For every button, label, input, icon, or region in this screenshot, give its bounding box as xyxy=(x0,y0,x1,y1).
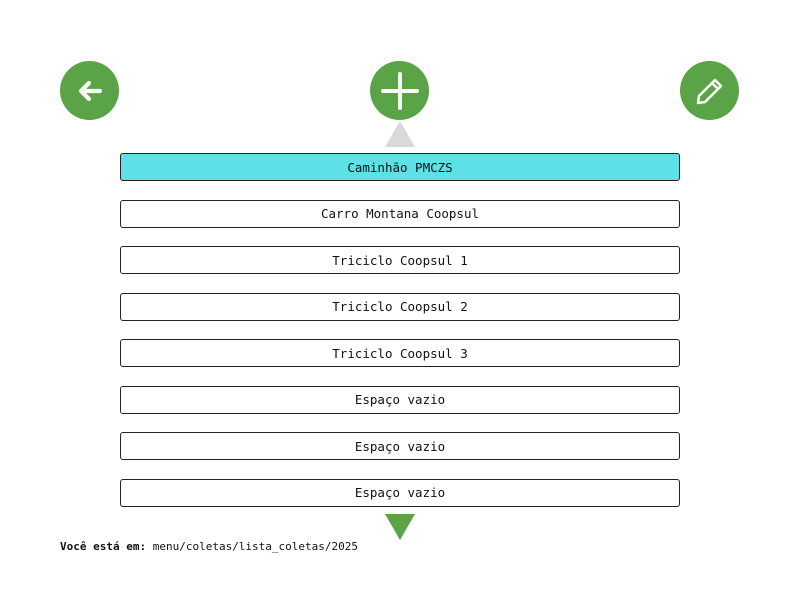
edit-button[interactable] xyxy=(680,61,739,120)
list-item[interactable]: Espaço vazio xyxy=(120,478,680,507)
breadcrumb: Você está em: menu/coletas/lista_coletas… xyxy=(60,540,358,553)
scroll-down-arrow[interactable] xyxy=(385,514,415,540)
list-item[interactable]: Triciclo Coopsul 2 xyxy=(120,292,680,321)
list-item[interactable]: Espaço vazio xyxy=(120,432,680,460)
plus-icon xyxy=(380,71,419,110)
list-item[interactable]: Caminhão PMCZS xyxy=(120,153,680,181)
back-button[interactable] xyxy=(60,61,119,120)
breadcrumb-label: Você está em: xyxy=(60,540,147,553)
page: Caminhão PMCZS Carro Montana Coopsul Trici… xyxy=(0,0,800,600)
add-button[interactable] xyxy=(370,61,429,120)
arrow-left-icon xyxy=(78,80,102,101)
list-item[interactable]: Triciclo Coopsul 1 xyxy=(120,246,680,274)
list-item[interactable]: Carro Montana Coopsul xyxy=(120,199,680,228)
list-item[interactable]: Espaço vazio xyxy=(120,385,680,414)
breadcrumb-path: menu/coletas/lista_coletas/2025 xyxy=(152,540,359,553)
list-item[interactable]: Triciclo Coopsul 3 xyxy=(120,339,680,367)
vehicle-list: Caminhão PMCZS Carro Montana Coopsul Trici… xyxy=(120,153,680,525)
scroll-up-arrow[interactable] xyxy=(385,121,415,147)
pencil-icon xyxy=(696,78,722,104)
